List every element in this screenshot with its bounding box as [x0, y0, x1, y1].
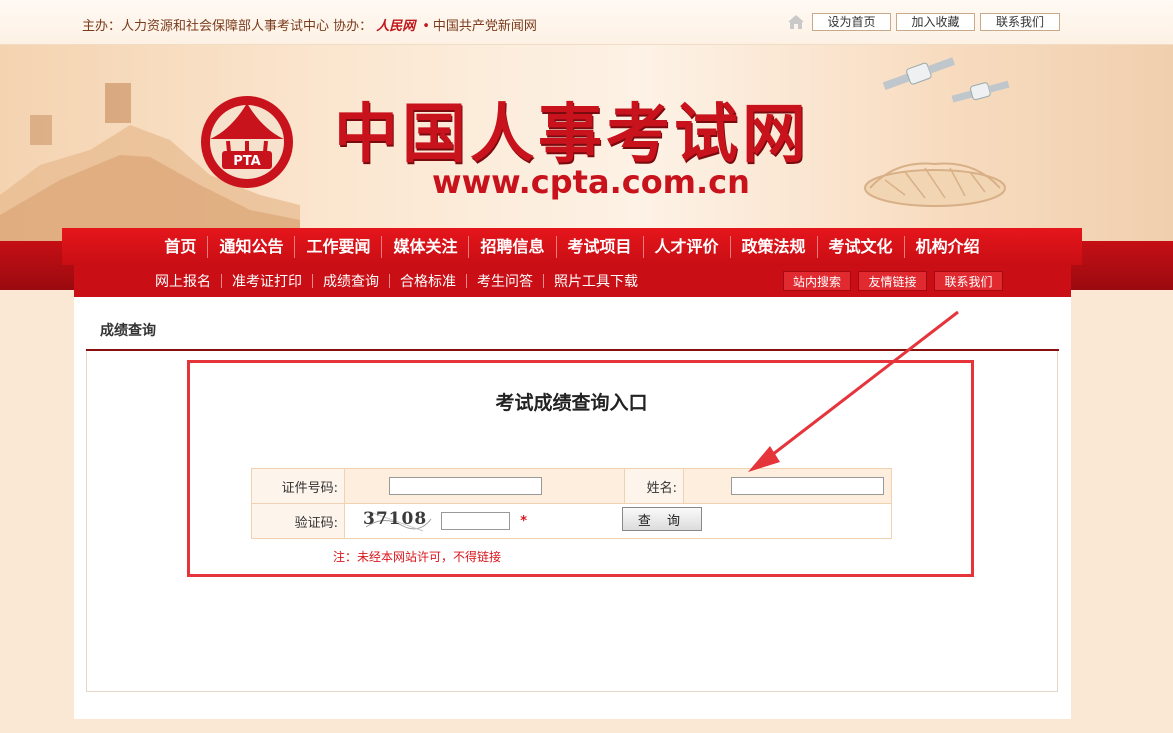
query-button[interactable]: 查 询: [622, 507, 702, 531]
form-row: 验证码: 37108 *: [251, 503, 892, 539]
id-number-cell: [344, 468, 625, 504]
subnav-online-registration[interactable]: 网上报名: [145, 271, 221, 291]
captcha-text: 37108: [363, 509, 428, 529]
set-homepage-button[interactable]: 设为首页: [812, 13, 891, 31]
birds-nest-stadium-illustration: [864, 162, 1006, 207]
separator-dot: •: [422, 19, 430, 34]
sub-nav: 网上报名 准考证打印 成绩查询 合格标准 考生问答 照片工具下载 站内搜索 友情…: [74, 265, 1071, 297]
captcha-cell: 37108 *: [344, 503, 892, 539]
nav-home[interactable]: 首页: [153, 228, 207, 265]
name-label: 姓名:: [624, 468, 684, 504]
form-title: 考试成绩查询入口: [495, 392, 648, 414]
site-banner: PTA 中国人事考试网 www.cpta.com.cn: [0, 45, 1173, 241]
nav-media[interactable]: 媒体关注: [382, 228, 468, 265]
home-icon[interactable]: [787, 13, 805, 31]
emblem-text: PTA: [233, 154, 260, 169]
co-site-link[interactable]: 中国共产党新闻网: [433, 19, 537, 34]
subnav-contact-button[interactable]: 联系我们: [934, 271, 1003, 291]
contact-us-button[interactable]: 联系我们: [980, 13, 1060, 31]
captcha-label: 验证码:: [251, 503, 345, 539]
nav-news[interactable]: 工作要闻: [295, 228, 381, 265]
sponsor-label: 主办：: [82, 19, 122, 34]
nav-about[interactable]: 机构介绍: [905, 228, 991, 265]
id-number-label: 证件号码:: [251, 468, 345, 504]
site-url: www.cpta.com.cn: [432, 163, 750, 201]
nav-talent-evaluation[interactable]: 人才评价: [644, 228, 730, 265]
top-bar: 主办：人力资源和社会保障部人事考试中心 协办： 人民网 • 中国共产党新闻网 设为首页…: [0, 0, 1173, 45]
name-input[interactable]: [731, 477, 884, 495]
add-favorite-button[interactable]: 加入收藏: [896, 13, 975, 31]
nav-notices[interactable]: 通知公告: [208, 228, 294, 265]
notice-text: 注：未经本网站许可，不得链接: [333, 550, 502, 564]
site-search-button[interactable]: 站内搜索: [783, 271, 851, 291]
nav-policies[interactable]: 政策法规: [731, 228, 817, 265]
site-title: 中国人事考试网: [334, 98, 810, 172]
pta-emblem-icon: PTA: [201, 96, 293, 188]
main-nav: 首页 通知公告 工作要闻 媒体关注 招聘信息 考试项目 人才评价 政策法规 考试…: [62, 228, 1082, 265]
sponsor-name: 人力资源和社会保障部人事考试中心: [121, 19, 330, 34]
subnav-admission-ticket[interactable]: 准考证打印: [222, 271, 312, 291]
satellites-illustration: [882, 57, 1010, 103]
co-label: 协办：: [333, 19, 373, 34]
query-form-table: 证件号码: 姓名: 验证码: 37108 *: [251, 468, 892, 539]
subnav-faq[interactable]: 考生问答: [467, 271, 543, 291]
people-daily-logo[interactable]: 人民网: [376, 19, 415, 34]
friendly-links-button[interactable]: 友情链接: [858, 271, 927, 291]
required-mark: *: [520, 513, 528, 529]
nav-recruitment[interactable]: 招聘信息: [469, 228, 555, 265]
nav-exam-culture[interactable]: 考试文化: [818, 228, 904, 265]
nav-exam-projects[interactable]: 考试项目: [557, 228, 643, 265]
id-number-input[interactable]: [389, 477, 542, 495]
section-title: 成绩查询: [100, 323, 156, 339]
form-row: 证件号码: 姓名:: [251, 468, 892, 504]
subnav-pass-standard[interactable]: 合格标准: [390, 271, 466, 291]
subnav-score-query[interactable]: 成绩查询: [313, 271, 389, 291]
sponsor-line: 主办：人力资源和社会保障部人事考试中心 协办： 人民网 • 中国共产党新闻网: [82, 15, 537, 34]
subnav-photo-tool[interactable]: 照片工具下载: [544, 271, 648, 291]
captcha-input[interactable]: [441, 512, 511, 530]
captcha-image[interactable]: 37108: [363, 509, 433, 533]
name-cell: [683, 468, 892, 504]
